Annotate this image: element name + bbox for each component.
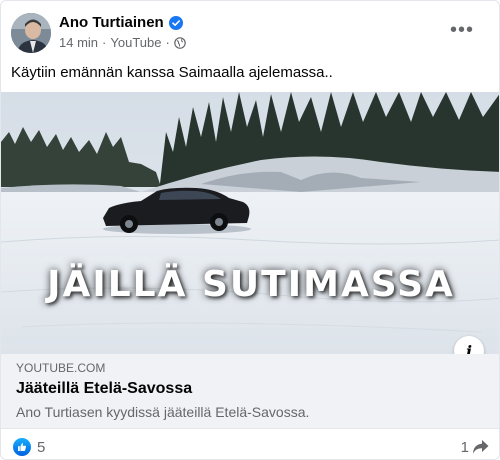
author-avatar[interactable] xyxy=(11,13,51,53)
post-text: Käytiin emännän kanssa Saimaalla ajelema… xyxy=(11,64,333,81)
author-row: Ano Turtiainen xyxy=(59,14,183,31)
more-horizontal-icon: ••• xyxy=(449,19,474,41)
thumbs-up-icon[interactable] xyxy=(13,438,31,456)
post-source[interactable]: YouTube xyxy=(110,35,161,50)
link-domain: YOUTUBE.COM xyxy=(16,361,106,375)
facebook-post: Ano Turtiainen 14 min · YouTube · ••• Kä… xyxy=(0,0,500,460)
post-header: Ano Turtiainen 14 min · YouTube · ••• xyxy=(11,11,489,55)
video-thumbnail[interactable]: JÄILLÄ SUTIMASSA xyxy=(1,92,499,354)
author-name[interactable]: Ano Turtiainen xyxy=(59,14,164,31)
globe-icon xyxy=(174,36,186,49)
meta-separator-2: · xyxy=(165,35,170,50)
share-count[interactable]: 1 xyxy=(461,439,469,456)
link-title: Jääteillä Etelä-Savossa xyxy=(16,380,193,397)
video-overlay-title: JÄILLÄ SUTIMASSA xyxy=(47,264,455,305)
thumbnail-image xyxy=(1,92,499,354)
like-count[interactable]: 5 xyxy=(37,439,45,456)
more-options-button[interactable]: ••• xyxy=(447,15,477,45)
share-arrow-icon[interactable] xyxy=(472,439,489,455)
meta-separator: · xyxy=(102,35,107,50)
post-footer: 5 1 xyxy=(1,429,499,459)
verified-badge-icon xyxy=(168,15,183,30)
link-description: Ano Turtiasen kyydissä jääteillä Etelä-S… xyxy=(16,404,310,420)
post-meta: 14 min · YouTube · xyxy=(59,35,186,50)
link-preview-card[interactable]: YOUTUBE.COM Jääteillä Etelä-Savossa Ano … xyxy=(1,354,499,429)
post-time[interactable]: 14 min xyxy=(59,35,98,50)
